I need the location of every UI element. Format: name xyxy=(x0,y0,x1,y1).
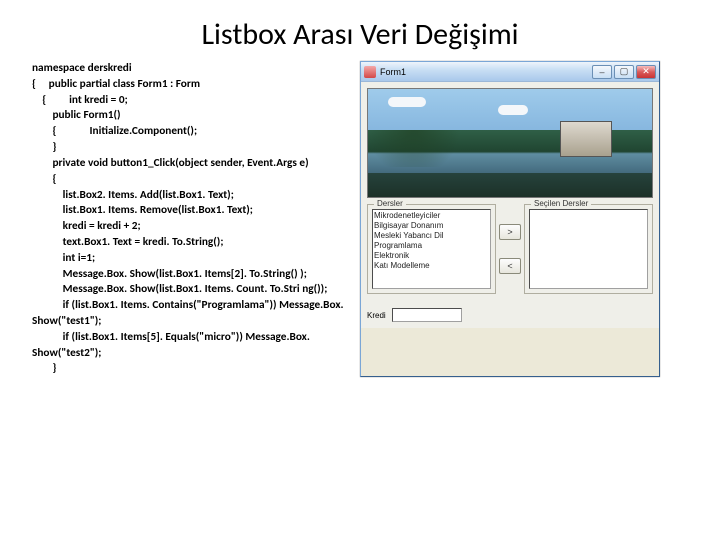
minimize-button[interactable]: – xyxy=(592,65,612,79)
groupbox-dersler-label: Dersler xyxy=(374,199,406,208)
maximize-button[interactable]: ▢ xyxy=(614,65,634,79)
code-listing: namespace derskredi { public partial cla… xyxy=(32,61,352,377)
move-right-button[interactable]: > xyxy=(499,224,521,240)
groupbox-dersler: Dersler Mikrodenetleyiciler Bilgisayar D… xyxy=(367,204,496,294)
kredi-textbox[interactable] xyxy=(392,308,462,322)
slide-title: Listbox Arası Veri Değişimi xyxy=(0,0,720,53)
close-button[interactable]: ✕ xyxy=(636,65,656,79)
listbox1[interactable]: Mikrodenetleyiciler Bilgisayar Donanım M… xyxy=(372,209,491,289)
app-icon xyxy=(364,66,376,78)
picturebox-landscape xyxy=(367,88,653,198)
listbox2[interactable] xyxy=(529,209,648,289)
form-body: Dersler Mikrodenetleyiciler Bilgisayar D… xyxy=(361,82,659,328)
kredi-label: Kredi xyxy=(367,311,386,320)
window-titlebar: Form1 – ▢ ✕ xyxy=(361,62,659,82)
window-title: Form1 xyxy=(380,67,592,77)
groupbox-secilen-label: Seçilen Dersler xyxy=(531,199,591,208)
groupbox-secilen: Seçilen Dersler xyxy=(524,204,653,294)
form-window: Form1 – ▢ ✕ Dersler xyxy=(360,61,660,377)
move-left-button[interactable]: < xyxy=(499,258,521,274)
